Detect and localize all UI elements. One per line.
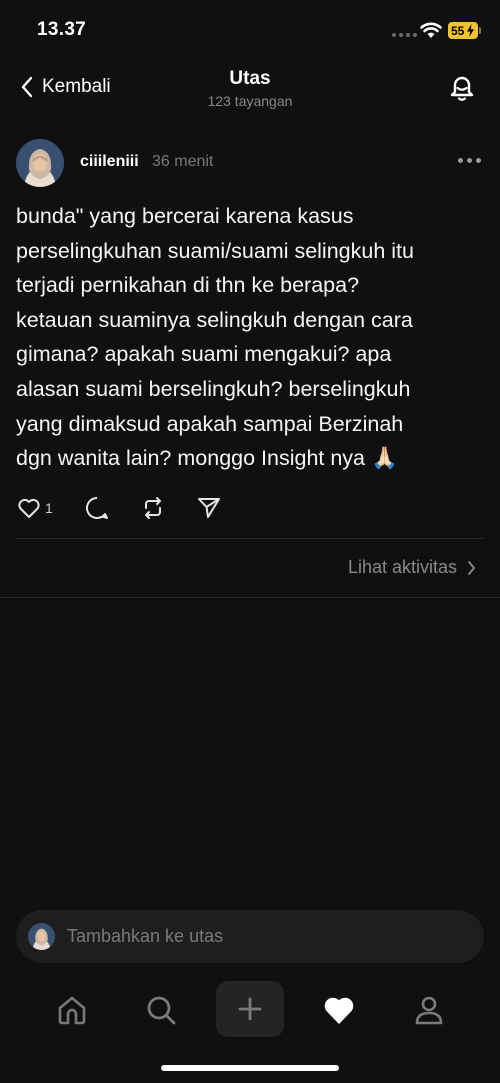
divider <box>16 538 484 539</box>
home-indicator <box>161 1065 339 1071</box>
cellular-signal-icon <box>392 33 417 37</box>
status-bar: 13.37 55 <box>0 0 500 62</box>
plus-icon <box>238 997 262 1021</box>
post-text-line: bunda" yang bercerai karena kasus <box>16 204 354 228</box>
chevron-right-icon <box>468 560 475 575</box>
battery-nub <box>479 27 481 34</box>
tab-activity[interactable] <box>311 984 367 1036</box>
tab-profile[interactable] <box>401 984 457 1036</box>
post-username[interactable]: ciiileniii <box>80 153 139 171</box>
repost-icon[interactable] <box>140 495 166 521</box>
view-activity-label: Lihat aktivitas <box>347 557 457 577</box>
charging-bolt-icon <box>467 24 474 37</box>
heart-icon <box>324 997 354 1024</box>
post-text-line: terjadi pernikahan di thn ke berapa? <box>16 273 360 298</box>
post-text-line: alasan suami berselingkuh? berselingkuh <box>16 376 411 401</box>
more-options-icon[interactable] <box>458 158 482 166</box>
avatar-image <box>16 139 64 187</box>
wifi-icon <box>420 22 442 38</box>
thread-header: Kembali Utas 123 tayangan <box>0 62 500 120</box>
profile-icon <box>415 996 443 1025</box>
view-activity-link[interactable]: Lihat aktivitas <box>348 557 476 578</box>
post-time: 36 menit <box>152 153 214 170</box>
avatar-image <box>28 923 55 950</box>
battery-level: 55 <box>451 23 465 38</box>
post-text-line: gimana? apakah suami mengakui? apa <box>16 342 392 367</box>
tab-compose[interactable] <box>216 981 284 1037</box>
status-time: 13.37 <box>37 19 87 40</box>
notification-bell-icon[interactable] <box>446 72 478 104</box>
share-send-icon[interactable] <box>196 495 222 521</box>
reply-input[interactable]: Tambahkan ke utas <box>16 910 484 963</box>
post-text-line: dgn wanita lain? monggo Insight nya 🙏🏻 <box>16 446 398 471</box>
post-text-line: yang dimaksud apakah sampai Berzinah <box>16 411 404 436</box>
tab-home[interactable] <box>44 984 100 1036</box>
search-icon <box>147 996 176 1025</box>
post-actions: 1 <box>16 495 236 523</box>
tab-search[interactable] <box>133 984 189 1036</box>
like-heart-icon[interactable] <box>16 495 42 521</box>
home-icon <box>58 996 86 1025</box>
avatar[interactable] <box>16 139 64 187</box>
battery-indicator: 55 <box>448 22 478 39</box>
avatar <box>28 923 55 950</box>
comment-icon[interactable] <box>84 495 110 521</box>
like-count: 1 <box>45 500 53 516</box>
divider <box>0 597 500 598</box>
view-count: 123 tayangan <box>207 93 293 109</box>
page-title: Utas <box>229 68 271 89</box>
reply-placeholder: Tambahkan ke utas <box>67 926 224 946</box>
post-text-line: ketauan suaminya selingkuh dengan cara <box>16 307 413 332</box>
post-body: bunda" yang bercerai karena kasus persel… <box>16 199 486 476</box>
post-text-line: perselingkuhan suami/suami selingkuh itu <box>16 238 414 263</box>
